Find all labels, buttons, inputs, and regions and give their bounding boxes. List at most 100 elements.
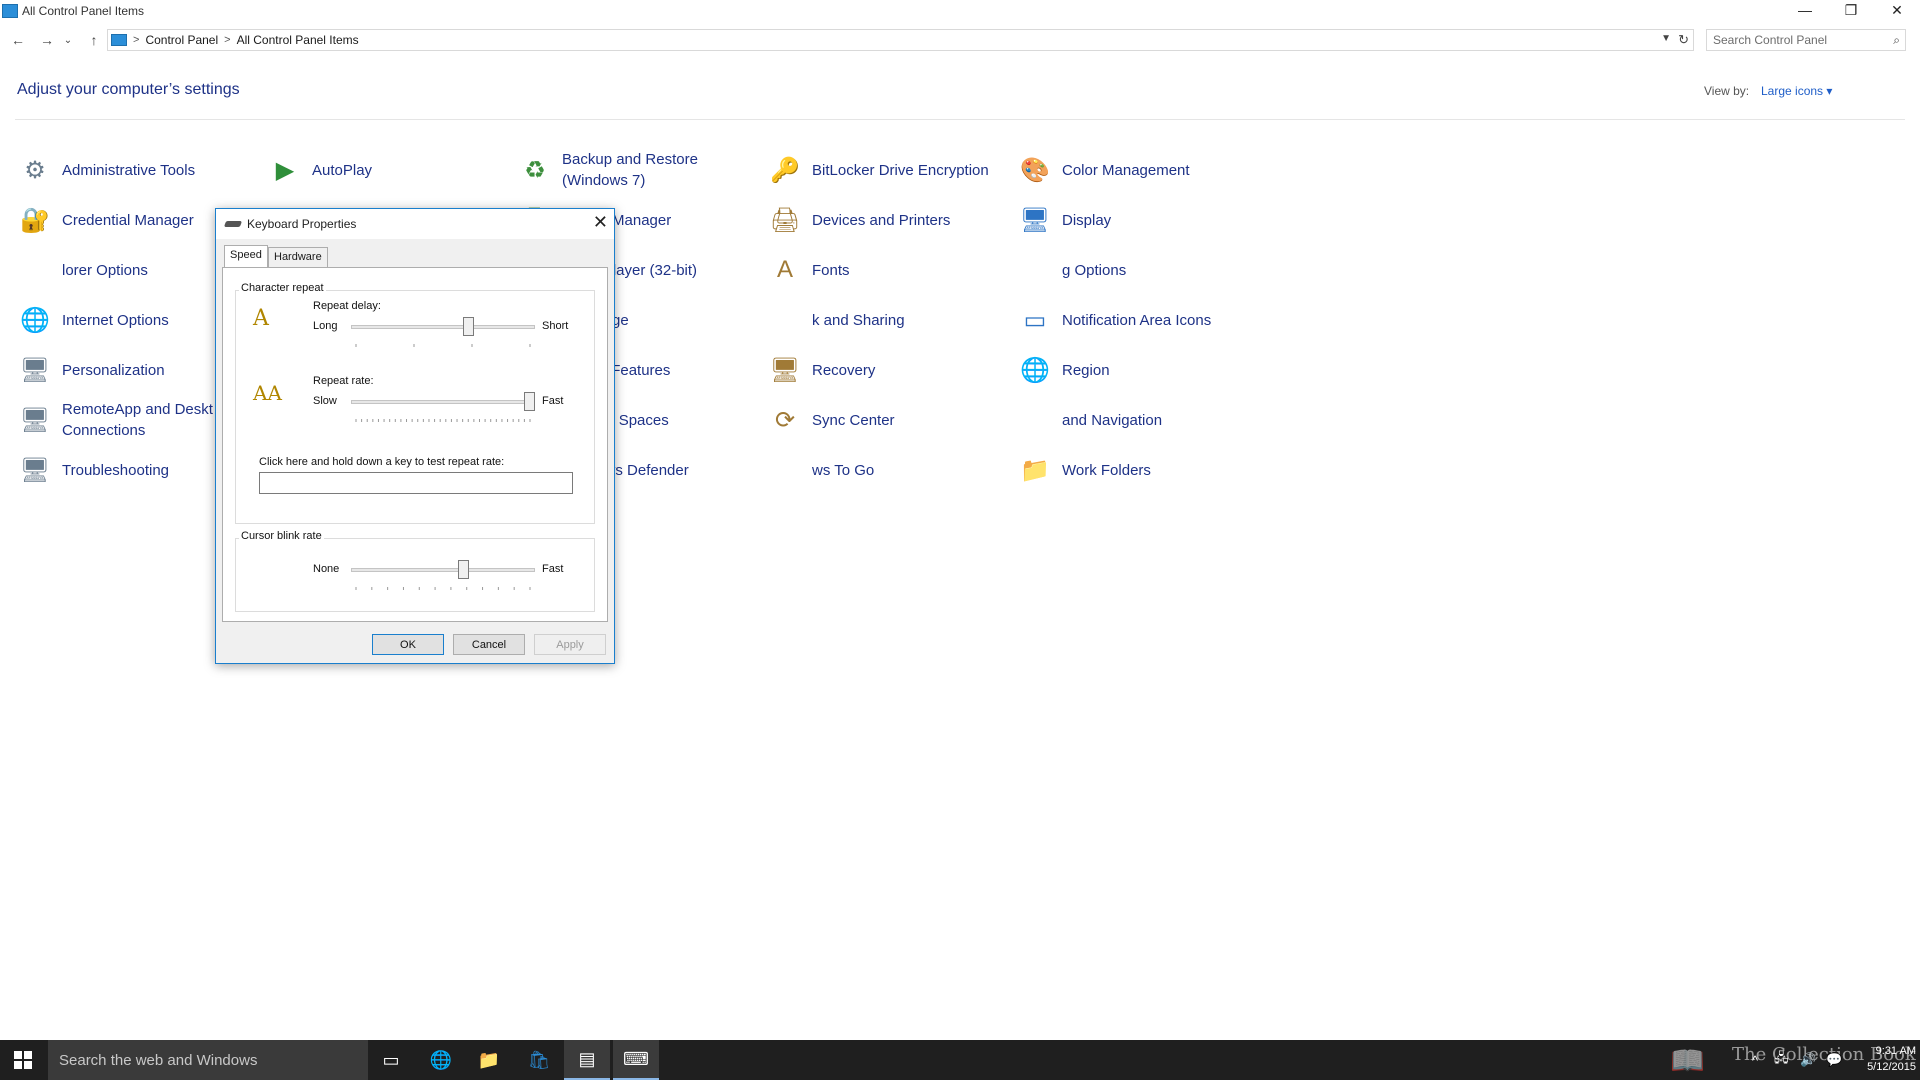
taskbar-search-input[interactable]: Search the web and Windows <box>48 1040 368 1080</box>
rate-ticks <box>355 419 531 422</box>
file-explorer-icon[interactable]: 📁 <box>466 1040 512 1080</box>
volume-icon[interactable]: 🔊 <box>1800 1040 1816 1080</box>
breadcrumb-control-panel[interactable]: Control Panel <box>145 33 218 47</box>
keyboard-task-icon[interactable]: ⌨ <box>613 1040 659 1080</box>
control-panel-icon <box>2 4 18 18</box>
search-input[interactable]: Search Control Panel ⌕ <box>1706 29 1906 51</box>
cp-item-notification-area-icons[interactable]: ▭ Notification Area Icons <box>1016 295 1256 345</box>
breadcrumb-all-items[interactable]: All Control Panel Items <box>237 33 359 47</box>
cp-item-display[interactable]: 🖥 Display <box>1016 195 1256 245</box>
tab-hardware[interactable]: Hardware <box>268 247 328 267</box>
cp-item-backup-and-restore-windows-7[interactable]: ♻ Backup and Restore (Windows 7) <box>516 145 756 195</box>
window-title: All Control Panel Items <box>22 4 145 18</box>
repeat-rate-slider[interactable] <box>524 392 535 411</box>
up-button[interactable]: ↑ <box>84 30 104 50</box>
recent-locations-button[interactable]: ⌄ <box>61 30 75 50</box>
clock-date: 5/12/2015 <box>1867 1061 1916 1073</box>
cp-item-ws-to-go[interactable]: ws To Go <box>766 445 1006 495</box>
fonts-icon: A <box>776 256 793 283</box>
repeat-delay-slider[interactable] <box>463 317 475 336</box>
test-repeat-label: Click here and hold down a key to test r… <box>259 456 505 468</box>
cp-item-color-management[interactable]: 🎨 Color Management <box>1016 145 1256 195</box>
taskbar-clock[interactable]: 9:31 AM 5/12/2015 <box>1850 1043 1916 1075</box>
credential-manager-icon: 🔐 <box>20 206 50 234</box>
address-bar[interactable]: > Control Panel > All Control Panel Item… <box>107 29 1694 51</box>
close-button[interactable]: ✕ <box>1874 0 1920 20</box>
cp-item-fonts[interactable]: A Fonts <box>766 245 1006 295</box>
divider <box>15 119 1905 120</box>
minimize-button[interactable]: — <box>1782 0 1828 20</box>
cp-item-label: Region <box>1062 361 1110 379</box>
repeat-delay-label: Repeat delay: <box>313 300 381 312</box>
search-icon[interactable]: ⌕ <box>1893 33 1900 48</box>
recovery-icon: 🖥 <box>769 356 801 384</box>
dialog-titlebar: Keyboard Properties ✕ <box>216 209 614 239</box>
backup-and-restore-windows-7-icon: ♻ <box>524 156 546 184</box>
keyboard-icon <box>223 221 243 227</box>
control-panel-task-icon[interactable]: ▤ <box>564 1040 610 1080</box>
cp-item-administrative-tools[interactable]: ⚙ Administrative Tools <box>16 145 256 195</box>
task-view-icon[interactable]: ▭ <box>368 1040 414 1080</box>
tray-show-hidden-icon[interactable]: ^ <box>1752 1040 1758 1080</box>
chevron-down-icon[interactable]: ▼ <box>1661 33 1671 44</box>
cp-item-and-navigation[interactable]: and Navigation <box>1016 395 1256 445</box>
cp-item-label: k and Sharing <box>812 311 905 329</box>
cp-item-label: Internet Options <box>62 311 169 329</box>
cp-item-label: lorer Options <box>62 261 148 279</box>
dialog-close-button[interactable]: ✕ <box>593 212 608 233</box>
cp-item-label: Recovery <box>812 361 876 379</box>
cp-item-label: Administrative Tools <box>62 161 196 179</box>
apply-button[interactable]: Apply <box>534 634 606 655</box>
view-by-label: View by: <box>1704 84 1750 98</box>
remoteapp-and-deskt-connections-icon: 🖥 <box>19 406 51 434</box>
bitlocker-drive-encryption-icon: 🔑 <box>770 156 800 184</box>
cp-item-k-and-sharing[interactable]: k and Sharing <box>766 295 1006 345</box>
breadcrumb-separator: > <box>224 34 231 46</box>
cp-item-bitlocker-drive-encryption[interactable]: 🔑 BitLocker Drive Encryption <box>766 145 1006 195</box>
cp-item-sync-center[interactable]: ⟳ Sync Center <box>766 395 1006 445</box>
clock-time: 9:31 AM <box>1875 1045 1916 1057</box>
blink-min-label: None <box>313 563 340 575</box>
windows-logo-icon <box>14 1051 32 1069</box>
repeat-rate-icon: AA <box>253 381 282 405</box>
forward-button[interactable]: → <box>37 30 57 50</box>
delay-ticks <box>355 344 531 347</box>
window-controls: — ❐ ✕ <box>1782 0 1920 20</box>
rate-min-label: Slow <box>313 395 337 407</box>
search-placeholder: Search Control Panel <box>1713 33 1828 47</box>
store-icon[interactable]: 🛍 <box>516 1040 562 1080</box>
ok-button[interactable]: OK <box>372 634 444 655</box>
network-icon[interactable]: 🖧 <box>1774 1040 1789 1080</box>
restore-button[interactable]: ❐ <box>1828 0 1874 20</box>
test-repeat-input[interactable] <box>259 472 573 494</box>
cancel-button[interactable]: Cancel <box>453 634 525 655</box>
cp-item-label: ws To Go <box>812 461 875 479</box>
breadcrumb-separator: > <box>133 34 140 46</box>
navigation-bar: ← → ⌄ ↑ > Control Panel > All Control Pa… <box>0 28 1920 54</box>
tab-speed[interactable]: Speed <box>224 245 268 268</box>
cp-item-region[interactable]: 🌐 Region <box>1016 345 1256 395</box>
cp-item-label: Notification Area Icons <box>1062 311 1212 329</box>
cp-item-label: Color Management <box>1062 161 1190 179</box>
cp-item-recovery[interactable]: 🖥 Recovery <box>766 345 1006 395</box>
notification-area-icons-icon: ▭ <box>1023 306 1047 334</box>
back-button[interactable]: ← <box>8 30 28 50</box>
cursor-blink-track <box>351 568 535 572</box>
start-button[interactable] <box>0 1040 46 1080</box>
cursor-blink-label: Cursor blink rate <box>239 530 324 542</box>
cp-item-label: g Options <box>1062 261 1127 279</box>
taskbar: Search the web and Windows ▭ 🌐 📁 🛍 ▤ ⌨ 📖… <box>0 1040 1920 1080</box>
cursor-blink-slider[interactable] <box>458 560 470 579</box>
cp-item-label: and Navigation <box>1062 411 1163 429</box>
cp-item-devices-and-printers[interactable]: 🖨 Devices and Printers <box>766 195 1006 245</box>
cp-item-label: AutoPlay <box>312 161 373 179</box>
refresh-icon[interactable]: ↻ <box>1678 32 1689 48</box>
view-by-dropdown[interactable]: Large icons ▾ <box>1761 84 1832 98</box>
cp-item-g-options[interactable]: g Options <box>1016 245 1256 295</box>
browser-icon[interactable]: 🌐 <box>418 1040 464 1080</box>
cp-item-label: BitLocker Drive Encryption <box>812 161 989 179</box>
cp-item-work-folders[interactable]: 📁 Work Folders <box>1016 445 1256 495</box>
action-center-icon[interactable]: 💬 <box>1826 1040 1842 1080</box>
speed-tab-panel: Character repeat A Repeat delay: Long Sh… <box>222 267 608 622</box>
cp-item-autoplay[interactable]: ▶ AutoPlay <box>266 145 506 195</box>
